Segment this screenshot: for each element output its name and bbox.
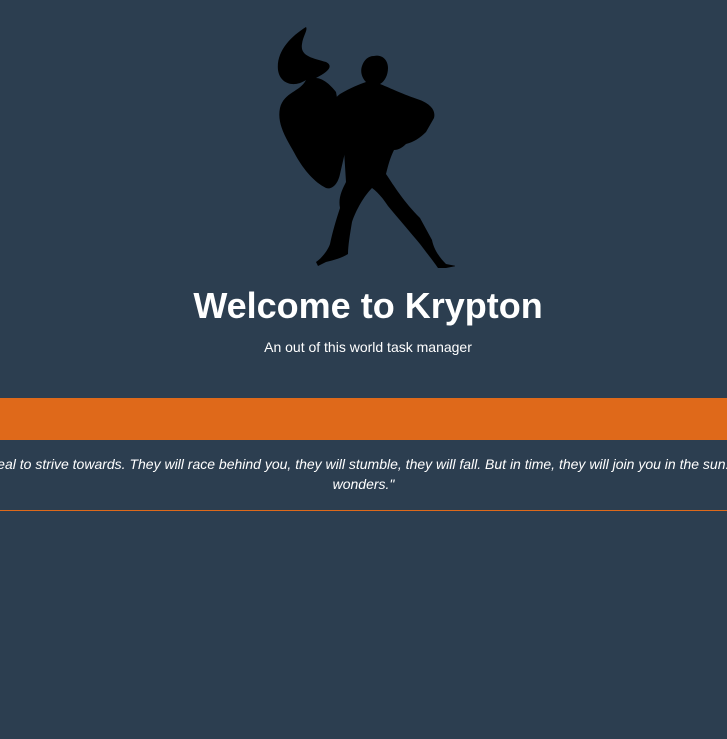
superhero-silhouette-icon	[277, 27, 455, 268]
quote-text: "You will give the people of Earth an id…	[0, 456, 727, 492]
accent-banner	[0, 398, 727, 440]
page-subtitle: An out of this world task manager	[264, 339, 472, 355]
quote-section: "You will give the people of Earth an id…	[0, 440, 727, 511]
page-title: Welcome to Krypton	[193, 285, 543, 326]
hero-section: Welcome to Krypton An out of this world …	[0, 0, 727, 398]
